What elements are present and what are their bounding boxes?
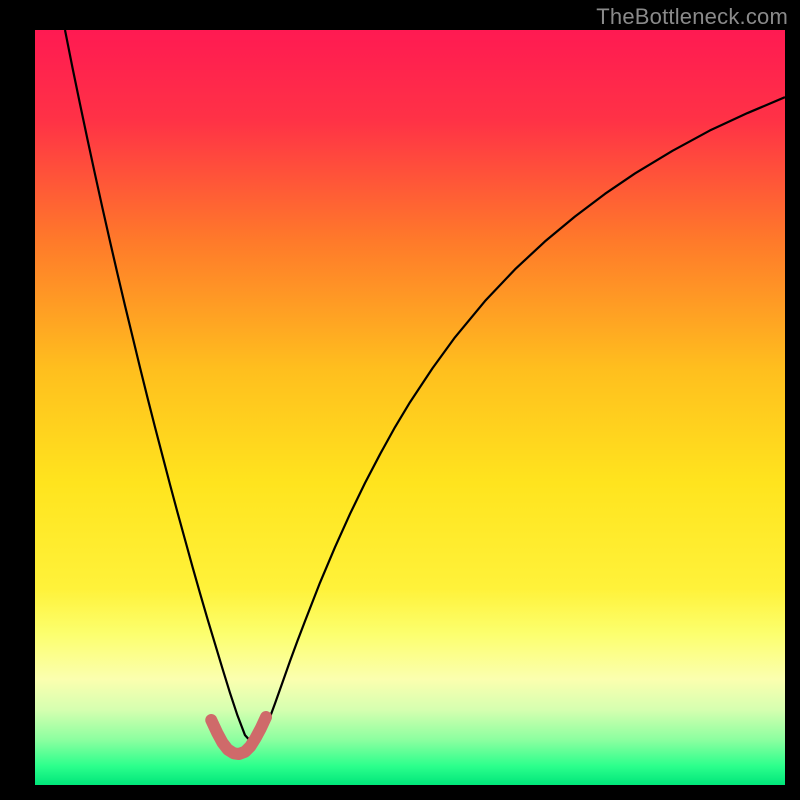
plot-svg [35,30,785,785]
chart-stage: TheBottleneck.com [0,0,800,800]
plot-area [35,30,785,785]
watermark-text: TheBottleneck.com [596,4,788,30]
background-gradient [35,30,785,785]
